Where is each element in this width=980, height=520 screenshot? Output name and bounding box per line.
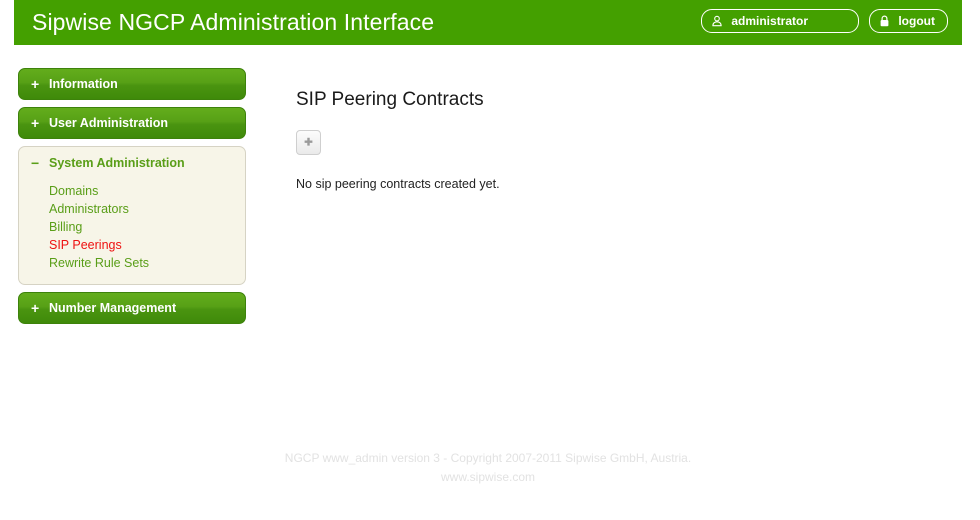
expand-plus-icon: + (31, 115, 40, 131)
lock-icon (879, 15, 890, 27)
empty-state-message: No sip peering contracts created yet. (296, 177, 500, 191)
sidebar-item-number-management[interactable]: + Number Management (18, 292, 246, 324)
list-item: Administrators (19, 200, 245, 218)
sidebar-subitem-rewrite-rule-sets[interactable]: Rewrite Rule Sets (49, 254, 149, 272)
page-title: SIP Peering Contracts (296, 89, 484, 110)
app-title: Sipwise NGCP Administration Interface (32, 9, 435, 35)
logout-label: logout (898, 14, 935, 28)
list-item: SIP Peerings (19, 236, 245, 254)
header-actions: administrator logout (701, 9, 948, 33)
sidebar-item-label: System Administration (49, 156, 185, 170)
app-container: Sipwise NGCP Administration Interface ad… (14, 0, 962, 520)
sidebar-item-label: User Administration (49, 116, 169, 130)
sidebar-group-system-administration: − System Administration Domains Administ… (18, 146, 246, 285)
add-contract-button[interactable] (296, 130, 321, 155)
sidebar-item-user-administration[interactable]: + User Administration (18, 107, 246, 139)
sidebar-subitem-administrators[interactable]: Administrators (49, 200, 129, 218)
sidebar-submenu: Domains Administrators Billing SIP Peeri… (19, 182, 245, 272)
sidebar-subitem-domains[interactable]: Domains (49, 182, 98, 200)
list-item: Domains (19, 182, 245, 200)
sidebar-item-label: Number Management (49, 301, 177, 315)
page-footer: NGCP www_admin version 3 - Copyright 200… (14, 449, 962, 487)
current-user-button[interactable]: administrator (701, 9, 860, 33)
user-icon (711, 15, 723, 27)
sidebar-item-information[interactable]: + Information (18, 68, 246, 100)
logout-button[interactable]: logout (869, 9, 948, 33)
list-item: Billing (19, 218, 245, 236)
current-user-label: administrator (731, 14, 809, 28)
expand-plus-icon: + (31, 300, 40, 316)
list-item: Rewrite Rule Sets (19, 254, 245, 272)
footer-website: www.sipwise.com (440, 470, 536, 484)
expand-plus-icon: + (31, 76, 40, 92)
main-content: SIP Peering Contracts No sip peering con… (296, 88, 946, 192)
sidebar-subitem-billing[interactable]: Billing (49, 218, 82, 236)
sidebar-nav: + Information + User Administration − Sy… (18, 68, 246, 331)
footer-copyright: NGCP www_admin version 3 - Copyright 200… (284, 451, 692, 465)
collapse-minus-icon: − (31, 155, 40, 171)
plus-icon (303, 137, 314, 148)
sidebar-subitem-sip-peerings[interactable]: SIP Peerings (49, 236, 122, 254)
sidebar-item-system-administration[interactable]: − System Administration (19, 147, 245, 179)
sidebar-item-label: Information (49, 77, 118, 91)
app-header: Sipwise NGCP Administration Interface ad… (14, 0, 962, 45)
